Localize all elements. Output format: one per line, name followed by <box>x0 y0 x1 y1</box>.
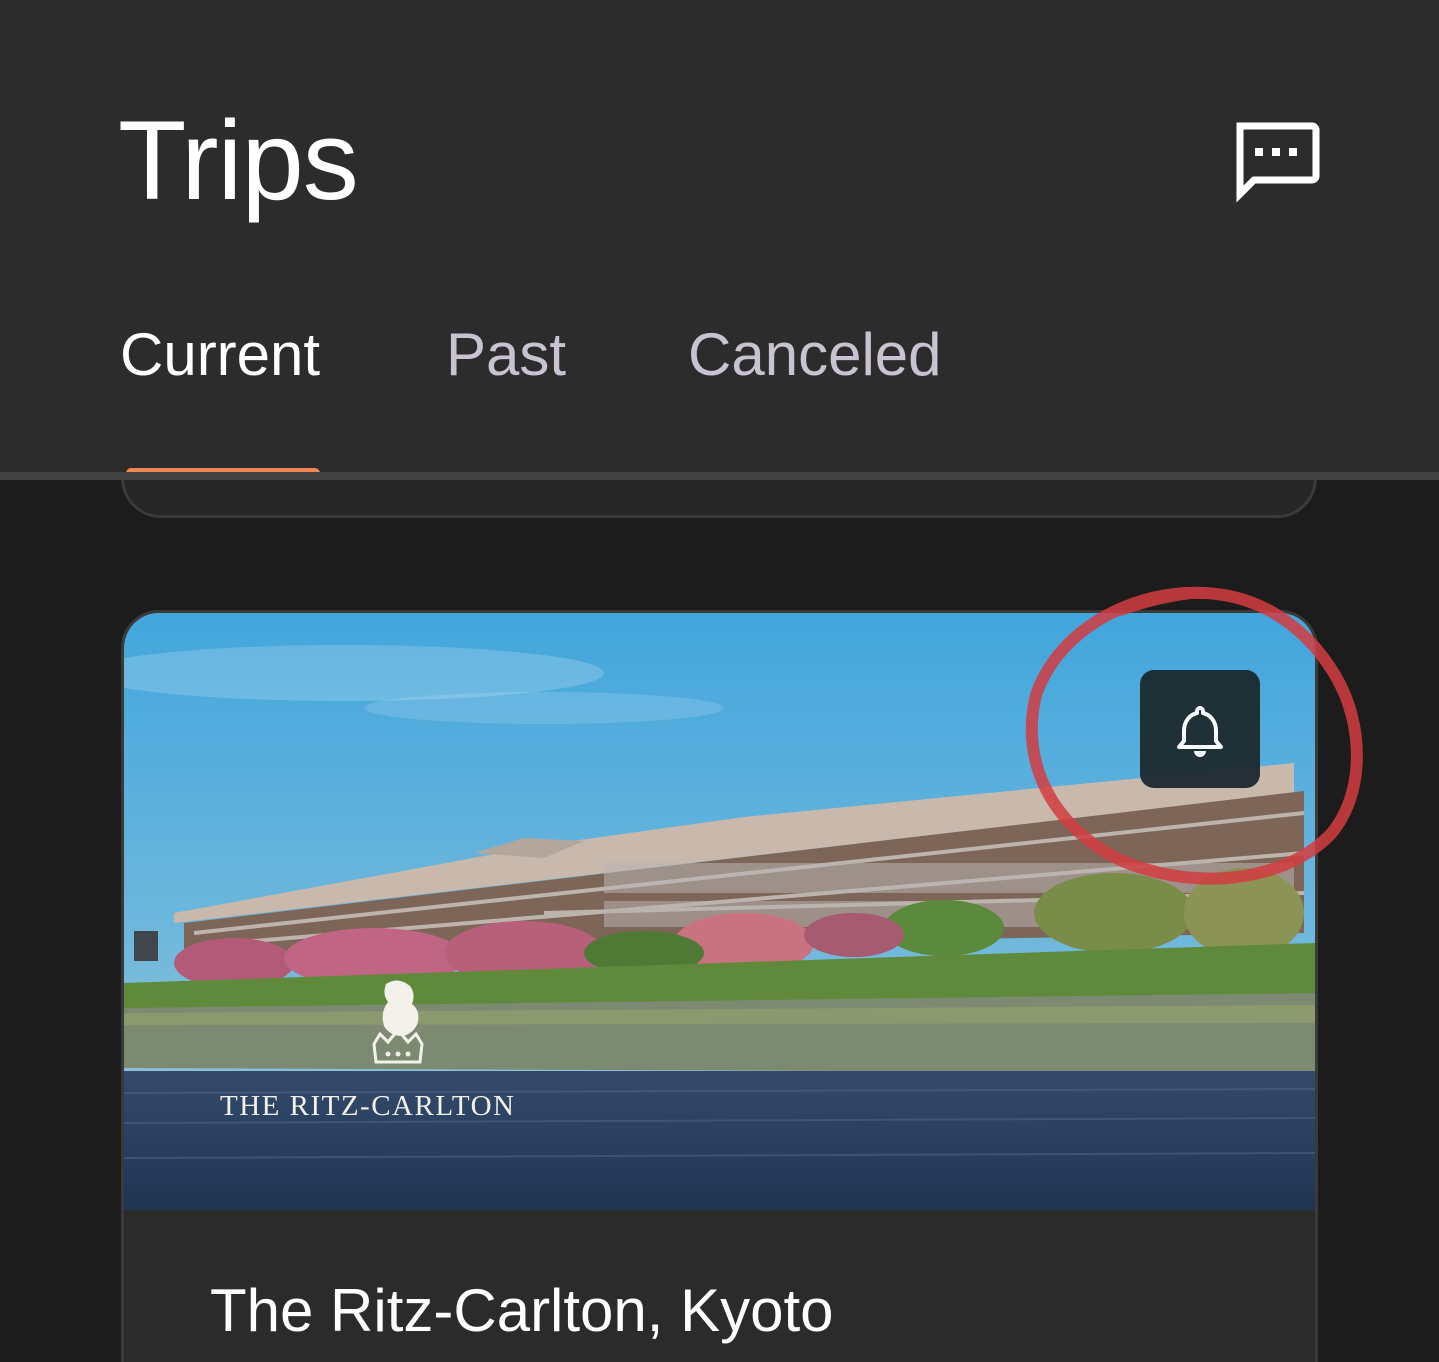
page-title: Trips <box>118 98 359 223</box>
hotel-name: The Ritz-Carlton, Kyoto <box>210 1277 834 1344</box>
brand-logo: THE RITZ-CARLTON <box>220 978 580 1128</box>
lion-crown-crest-icon <box>372 980 424 1064</box>
header: Trips Current Past Canceled <box>0 0 1439 478</box>
trip-tabs: Current Past Canceled <box>0 310 1439 478</box>
chat-button[interactable] <box>1228 118 1324 208</box>
bell-icon <box>1177 706 1223 757</box>
tab-past[interactable]: Past <box>446 320 566 390</box>
chat-bubble-icon <box>1236 122 1320 203</box>
notification-button[interactable] <box>1140 670 1260 788</box>
brand-name: THE RITZ-CARLTON <box>220 1090 516 1122</box>
header-divider <box>0 472 1439 480</box>
tab-canceled[interactable]: Canceled <box>688 320 942 390</box>
tab-current[interactable]: Current <box>120 320 320 390</box>
trip-card[interactable]: THE RITZ-CARLTON The Ritz-Carlton, Kyoto <box>121 610 1318 1362</box>
trips-screen: Trips Current Past Canceled THE RITZ-CAR… <box>0 0 1439 1362</box>
